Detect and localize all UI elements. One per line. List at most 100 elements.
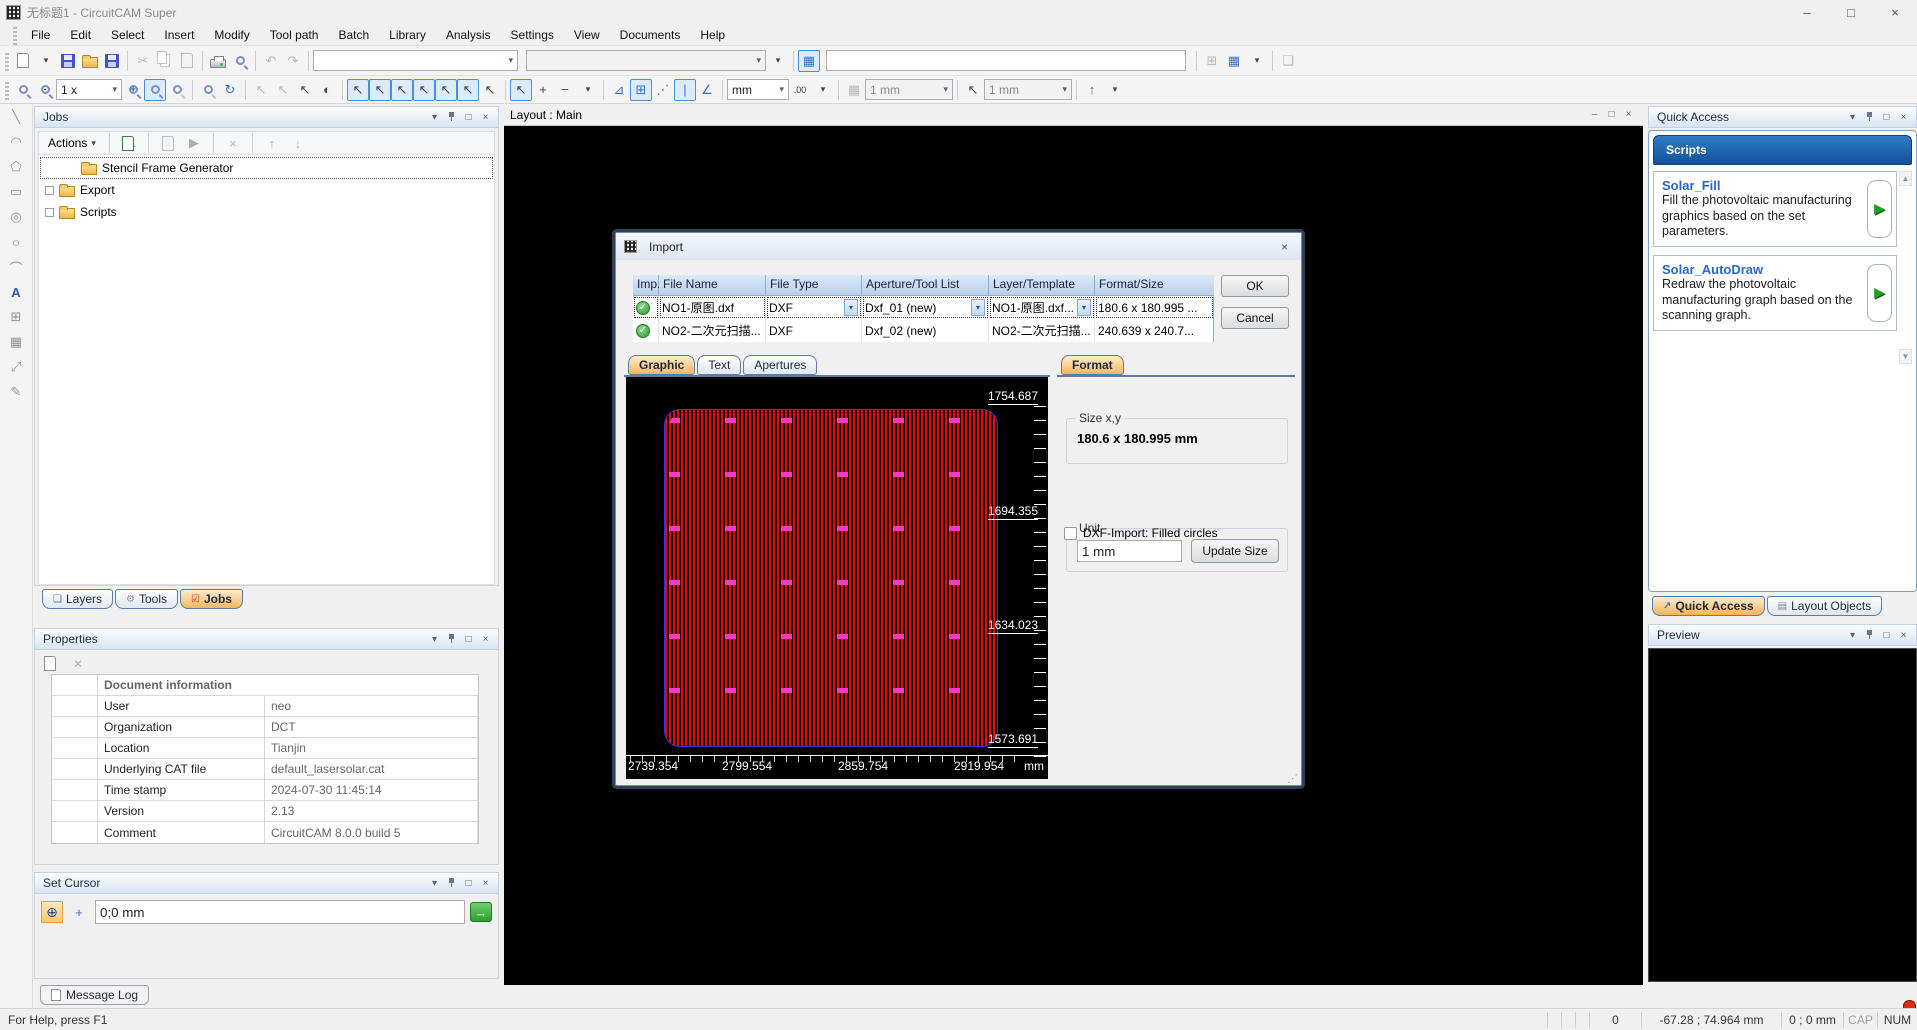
filled-circles-option[interactable]: DXF-Import: Filled circles <box>1064 526 1218 540</box>
menu-help[interactable]: Help <box>691 26 734 44</box>
move-down-button[interactable]: ↓ <box>287 132 309 154</box>
table-row[interactable]: Underlying CAT filedefault_lasersolar.ca… <box>52 759 478 780</box>
measure-angle-button[interactable]: ∠ <box>696 79 718 101</box>
align-left-icon[interactable]: ⊞ <box>1201 50 1223 72</box>
script-link[interactable]: Solar_AutoDraw <box>1662 262 1863 277</box>
select-minus-button[interactable]: − <box>554 79 576 101</box>
copy-icon[interactable] <box>154 50 176 72</box>
table-row-cell[interactable]: Dxf_02 (new) <box>862 319 989 342</box>
save-all-button[interactable] <box>57 50 79 72</box>
menu-edit[interactable]: Edit <box>61 26 100 44</box>
undo-button[interactable]: ↶ <box>260 50 282 72</box>
table-row-cell[interactable]: NO1-原图.dxf <box>659 296 766 319</box>
jobs-menu-button[interactable]: ▾ <box>426 109 443 125</box>
column-header-import[interactable]: Imp... <box>633 275 659 296</box>
select-net-button[interactable]: ↖ <box>435 79 457 101</box>
pen-tool-icon[interactable]: ✎ <box>5 383 27 401</box>
column-header-file-type[interactable]: File Type <box>766 275 862 296</box>
paste-icon[interactable] <box>176 50 198 72</box>
table-row-cell[interactable]: Dxf_01 (new)▾ <box>862 296 989 319</box>
tree-item-export[interactable]: Export <box>39 179 494 201</box>
measure-line-button[interactable]: | <box>674 79 696 101</box>
tab-layers[interactable]: ❏Layers <box>42 589 113 609</box>
measure-point-button[interactable]: ⋰ <box>652 79 674 101</box>
minimize-button[interactable]: – <box>1785 0 1829 24</box>
scroll-up-icon[interactable]: ▲ <box>1899 171 1912 186</box>
select-overflow-dropdown[interactable]: ▾ <box>577 79 599 101</box>
table-row-cell[interactable]: ✓ <box>633 319 659 342</box>
precision-button[interactable]: .00 <box>789 79 811 101</box>
toolbar-combo-3[interactable] <box>826 50 1186 71</box>
expander-icon[interactable] <box>45 208 54 217</box>
delete-property-button[interactable]: × <box>67 652 89 674</box>
rectangle-tool-icon[interactable]: ▭ <box>5 183 27 201</box>
set-cursor-absolute-button[interactable]: ⊕ <box>41 901 63 923</box>
move-up-button[interactable]: ↑ <box>261 132 283 154</box>
filled-circles-checkbox[interactable] <box>1064 527 1077 540</box>
select-plus-button[interactable]: + <box>532 79 554 101</box>
column-header-format[interactable]: Format/Size <box>1095 275 1214 296</box>
redo-button[interactable]: ↷ <box>282 50 304 72</box>
set-cursor-pin-icon[interactable] <box>443 875 460 891</box>
zoom-selection-button[interactable] <box>166 79 188 101</box>
highlight-mode-button[interactable]: ◐ <box>316 79 338 101</box>
menu-insert[interactable]: Insert <box>155 26 203 44</box>
zoom-fit-button[interactable] <box>144 79 166 101</box>
select-object-button[interactable]: ↖ <box>457 79 479 101</box>
tree-item-scripts[interactable]: Scripts <box>39 201 494 223</box>
properties-menu-button[interactable]: ▾ <box>426 631 443 647</box>
grid-size-combo[interactable]: 1 mm▾ <box>865 79 953 100</box>
table-row[interactable]: OrganizationDCT <box>52 717 478 738</box>
tab-message-log[interactable]: ! Message Log <box>40 985 149 1005</box>
polygon-tool-icon[interactable]: ⬠ <box>5 158 27 176</box>
run-script-button[interactable]: ▶ <box>1867 264 1892 322</box>
array-tool-icon[interactable]: ⊞ <box>5 308 27 326</box>
text-tool-icon[interactable]: A <box>5 283 27 301</box>
apply-cursor-button[interactable]: → <box>470 902 492 922</box>
path-tool-icon[interactable]: ↑ <box>1081 79 1103 101</box>
table-row[interactable]: Version2.13 <box>52 801 478 822</box>
run-script-button[interactable]: ▶ <box>1867 180 1892 238</box>
tab-text[interactable]: Text <box>697 355 741 375</box>
quick-access-menu-button[interactable]: ▾ <box>1844 109 1861 125</box>
column-header-aperture[interactable]: Aperture/Tool List <box>862 275 989 296</box>
properties-pin-icon[interactable] <box>443 631 460 647</box>
combo-expand-button[interactable]: ▾ <box>767 50 789 72</box>
add-property-button[interactable]: + <box>39 652 61 674</box>
jobs-pin-icon[interactable] <box>443 109 460 125</box>
table-row[interactable]: Time stamp2024-07-30 11:45:14 <box>52 780 478 801</box>
precision-dropdown[interactable]: ▾ <box>812 79 834 101</box>
scroll-down-icon[interactable]: ▼ <box>1899 349 1912 364</box>
line-tool-icon[interactable]: ╲ <box>5 108 27 126</box>
scripts-scrollbar-down[interactable]: ▼ <box>1899 349 1912 364</box>
unit-input[interactable] <box>1077 540 1182 562</box>
tab-layout-objects[interactable]: ▤Layout Objects <box>1767 596 1883 616</box>
quick-access-close-button[interactable]: × <box>1895 109 1912 125</box>
menu-tool-path[interactable]: Tool path <box>261 26 328 44</box>
table-row-cell[interactable]: NO2-二次元扫描... <box>989 319 1095 342</box>
table-row-cell[interactable]: DXF▾ <box>766 296 862 319</box>
preview-menu-button[interactable]: ▾ <box>1844 627 1861 643</box>
circle-tool-icon[interactable]: ○ <box>5 233 27 251</box>
select-mode-button[interactable]: ↖ <box>510 79 532 101</box>
toolbar-combo-2[interactable]: ▾ <box>526 50 766 71</box>
maximize-button[interactable]: □ <box>1829 0 1873 24</box>
save-button[interactable] <box>101 50 123 72</box>
new-document-dropdown[interactable]: ▾ <box>35 50 57 72</box>
quick-access-pin-icon[interactable] <box>1861 109 1878 125</box>
new-job-button[interactable]: + <box>118 132 140 154</box>
zoom-window-button[interactable] <box>12 79 34 101</box>
menu-library[interactable]: Library <box>380 26 435 44</box>
close-button[interactable]: × <box>1873 0 1917 24</box>
tab-quick-access[interactable]: ↗Quick Access <box>1652 596 1765 616</box>
print-preview-button[interactable] <box>229 50 251 72</box>
cut-icon[interactable]: ✂ <box>132 50 154 72</box>
preview-close-button[interactable]: × <box>1895 627 1912 643</box>
import-dialog-close-button[interactable]: × <box>1276 239 1293 255</box>
table-row[interactable]: LocationTianjin <box>52 738 478 759</box>
layer-dropdown[interactable]: ▾ <box>1077 299 1091 316</box>
zoom-previous-button[interactable] <box>197 79 219 101</box>
preview-pin-icon[interactable] <box>1861 627 1878 643</box>
table-row-cell[interactable]: NO2-二次元扫描... <box>659 319 766 342</box>
actions-menu-button[interactable]: Actions▾ <box>43 135 101 151</box>
